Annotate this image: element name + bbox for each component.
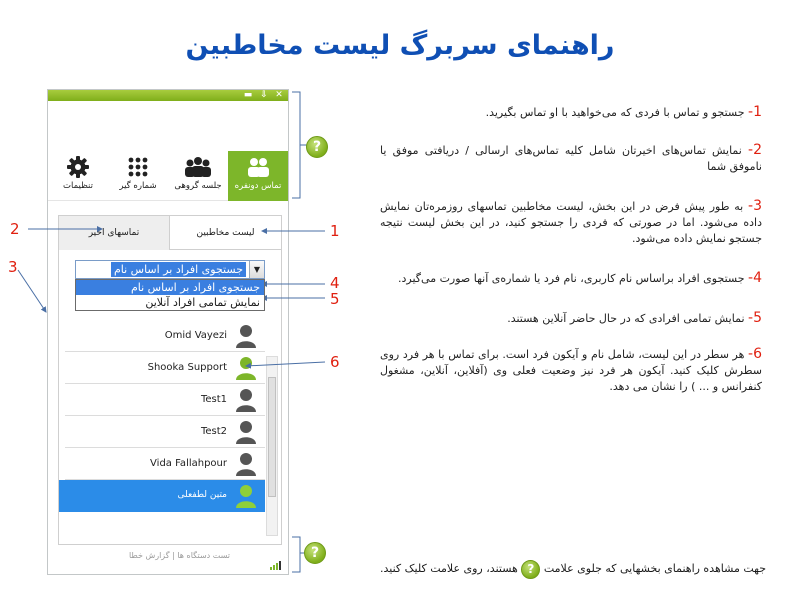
note-text: جستجوی افراد براساس نام کاربری، نام فرد … [398,272,745,285]
instruction-text-start: جهت مشاهده راهنمای بخشهایی که جلوی علامت [543,562,766,575]
help-icon[interactable]: ? [304,542,326,564]
contact-row[interactable]: Omid Vayezi [65,320,265,352]
offline-user-icon [236,325,256,348]
footer-separator: | [172,551,175,560]
callout-number: 3 [8,258,18,276]
tool-label: تنظیمات [63,181,93,191]
note-number: 4- [748,270,762,286]
bottom-instruction: جهت مشاهده راهنمای بخشهایی که جلوی علامت… [340,557,766,581]
close-icon[interactable]: ✕ [273,90,285,101]
contact-name: Test2 [200,426,227,437]
contact-row[interactable]: Test2 [65,416,265,448]
note-2: 2- نمایش تماس‌های اخیرتان شامل کلیه تماس… [380,142,762,175]
tab-contact-list[interactable]: لیست مخاطبین [170,216,281,250]
tool-label: جلسه گروهی [174,181,222,191]
tab-settings[interactable]: تنظیمات [48,151,108,201]
note-3: 3- به طور پیش فرض در این بخش، لیست مخاطب… [380,198,762,247]
callout-number: 1 [330,222,340,240]
tab-two-person-call[interactable]: تماس دونفره [228,151,288,201]
chevron-down-icon[interactable]: ▼ [249,261,264,278]
note-5: 5- نمایش تمامی افرادی که در حال حاضر آنل… [380,310,762,327]
tab-dialpad[interactable]: شماره گیر [108,151,168,201]
dialpad-icon [108,156,168,178]
search-mode-value: جستجوی افراد بر اساس نام [110,262,246,277]
window-header-area [48,101,288,151]
help-icon: ? [521,559,541,579]
contacts-scrollbar[interactable] [266,356,278,536]
contact-row[interactable]: Shooka Support [65,352,265,384]
online-user-icon [236,485,256,508]
tab-group-meeting[interactable]: جلسه گروهی [168,151,228,201]
offline-user-icon [236,389,256,412]
page-title: راهنمای سربرگ لیست مخاطبین [185,30,615,61]
note-text: نمایش تمامی افرادی که در حال حاضر آنلاین… [507,312,745,325]
tab-recent-calls[interactable]: تماسهای اخیر [59,216,170,250]
callout-number: 2 [10,220,20,238]
search-mode-select[interactable]: جستجوی افراد بر اساس نام ▼ [75,260,265,279]
scrollbar-thumb[interactable] [268,377,276,497]
dock-icon[interactable]: ⇩ [258,90,270,101]
contact-name: Shooka Support [147,362,227,373]
contact-row[interactable]: Test1 [65,384,265,416]
gear-icon [48,156,108,178]
instruction-text-end: هستند، روی علامت کلیک کنید. [380,562,518,575]
search-mode-dropdown: جستجوی افراد بر اساس نام نمایش تمامی افر… [75,279,265,311]
report-error-link[interactable]: گزارش خطا [129,551,170,560]
note-1: 1- جستجو و تماس با فردی که می‌خواهید با … [380,104,762,121]
contact-name: Test1 [200,394,227,405]
contact-name: Vida Fallahpour [150,458,227,469]
contact-name: Omid Vayezi [164,330,227,341]
callout-number: 6 [330,353,340,371]
list-tabs: لیست مخاطبین تماسهای اخیر [59,216,281,250]
online-user-icon [236,357,256,380]
contact-name: متین لطفعلی [177,490,227,500]
two-person-icon [228,156,288,178]
note-text: به طور پیش فرض در این بخش، لیست مخاطبین … [380,200,762,245]
note-text: جستجو و تماس با فردی که می‌خواهید با او … [485,106,745,119]
signal-icon [270,561,281,570]
contact-row[interactable]: Vida Fallahpour [65,448,265,480]
note-4: 4- جستجوی افراد براساس نام کاربری، نام ف… [380,270,762,287]
test-devices-link[interactable]: تست دستگاه ها [177,551,230,560]
help-icon[interactable]: ? [306,136,328,158]
window-titlebar: ▬ ⇩ ✕ [48,90,288,101]
note-number: 1- [748,104,762,120]
window-footer: تست دستگاه ها | گزارش خطا [48,548,288,574]
note-6: 6- هر سطر در این لیست، شامل نام و آیکون … [380,346,762,395]
offline-user-icon [236,421,256,444]
note-number: 6- [748,346,763,362]
tool-label: شماره گیر [119,181,157,191]
callout-number: 5 [330,290,340,308]
offline-user-icon [236,453,256,476]
contacts-panel: لیست مخاطبین تماسهای اخیر جستجوی افراد ب… [58,215,282,545]
option-search-by-name[interactable]: جستجوی افراد بر اساس نام [76,280,264,295]
contacts-app-window: ▬ ⇩ ✕ تماس دونفره جلسه گروهی شماره گیر ت… [47,89,289,575]
note-number: 2- [748,142,762,158]
note-text: هر سطر در این لیست، شامل نام و آیکون فرد… [380,348,762,393]
minimize-icon[interactable]: ▬ [242,90,254,101]
note-number: 5- [748,310,762,326]
group-icon [168,156,228,178]
note-text: نمایش تماس‌های اخیرتان شامل کلیه تماس‌ها… [380,144,762,173]
note-number: 3- [748,198,762,214]
option-show-online[interactable]: نمایش تمامی افراد آنلاین [76,295,264,310]
tool-label: تماس دونفره [234,181,282,191]
main-toolbar: تماس دونفره جلسه گروهی شماره گیر تنظیمات [48,151,288,201]
contact-row-selected[interactable]: متین لطفعلی [59,480,265,512]
